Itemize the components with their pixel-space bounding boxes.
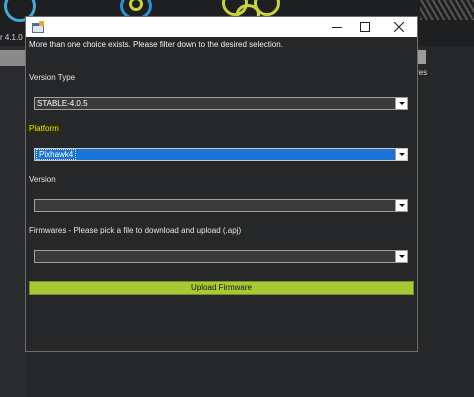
version-label: Version xyxy=(29,175,56,184)
background-image xyxy=(420,0,474,20)
firmwares-select[interactable] xyxy=(34,250,408,263)
firmwares-label: Firmwares - Please pick a file to downlo… xyxy=(29,226,242,235)
dropdown-arrow-icon[interactable] xyxy=(395,251,407,262)
version-type-value: STABLE-4.0.5 xyxy=(37,99,88,108)
dropdown-arrow-icon[interactable] xyxy=(395,98,407,109)
version-type-select[interactable]: STABLE-4.0.5 xyxy=(34,97,408,110)
dropdown-arrow-icon[interactable] xyxy=(395,149,407,160)
maximize-button[interactable] xyxy=(348,17,382,37)
firmware-selection-dialog: More than one choice exists. Please filt… xyxy=(25,16,418,352)
platform-select[interactable]: Pixhawk4 xyxy=(34,148,408,161)
close-icon xyxy=(394,22,404,32)
platform-value: Pixhawk4 xyxy=(36,149,77,160)
minimize-icon xyxy=(332,27,342,28)
version-type-label: Version Type xyxy=(29,73,76,82)
dropdown-arrow-icon[interactable] xyxy=(395,200,407,211)
version-select[interactable] xyxy=(34,199,408,212)
close-button[interactable] xyxy=(382,17,416,37)
maximize-icon xyxy=(360,22,370,32)
app-icon xyxy=(32,21,44,33)
platform-label: Platform xyxy=(26,123,62,134)
instruction-message: More than one choice exists. Please filt… xyxy=(29,40,283,49)
upload-firmware-button[interactable]: Upload Firmware xyxy=(29,281,414,295)
title-bar[interactable] xyxy=(26,17,417,37)
background-button[interactable] xyxy=(0,50,26,66)
dialog-content: More than one choice exists. Please filt… xyxy=(26,37,417,351)
screen: r 4.1.0 res More than one choice exists.… xyxy=(0,0,474,397)
background-panel xyxy=(0,46,26,397)
background-version-text: r 4.1.0 xyxy=(0,33,23,42)
